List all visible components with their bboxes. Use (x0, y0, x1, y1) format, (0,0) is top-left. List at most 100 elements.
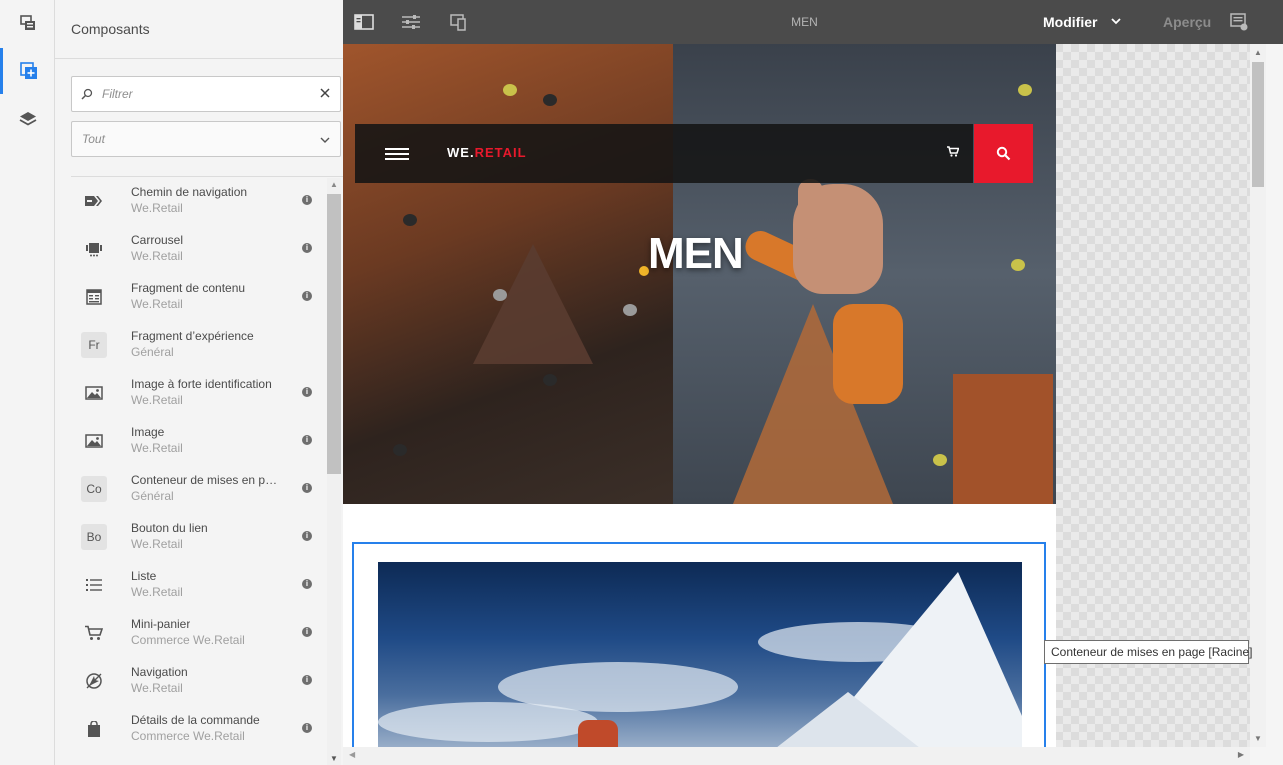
hero-wall-block (953, 374, 1053, 504)
layers-button[interactable] (0, 96, 55, 142)
info-icon[interactable]: i (302, 195, 312, 205)
info-icon[interactable]: i (302, 675, 312, 685)
component-group: We.Retail (131, 441, 183, 455)
climbing-hold (543, 374, 557, 386)
mode-selector[interactable]: Modifier (1043, 14, 1097, 30)
cart-icon[interactable] (947, 146, 960, 160)
components-panel: Composants Filtrer Tout Chemin de naviga… (55, 0, 343, 765)
search-icon (72, 88, 102, 100)
scroll-down-icon[interactable]: ▼ (1254, 734, 1262, 743)
hero-image[interactable]: WE.RETAIL MEN (343, 44, 1056, 504)
canvas-scrollbar-horizontal[interactable]: ◀ ▶ (343, 747, 1250, 765)
climbing-hold (503, 84, 517, 96)
climber (578, 720, 618, 747)
climbing-hold (933, 454, 947, 466)
group-select[interactable]: Tout (71, 121, 341, 157)
component-group: Général (131, 345, 174, 359)
component-list-item[interactable]: Image We.Retail i (71, 418, 326, 466)
info-icon[interactable]: i (302, 387, 312, 397)
component-list-scrollbar[interactable]: ▲ ▼ (327, 178, 341, 765)
component-group: Commerce We.Retail (131, 633, 245, 647)
component-abbreviation-icon: Fr (81, 332, 107, 358)
info-icon[interactable]: i (302, 435, 312, 445)
cloud (378, 702, 598, 742)
component-group: We.Retail (131, 297, 183, 311)
info-icon[interactable]: i (302, 627, 312, 637)
divider (71, 176, 343, 177)
component-list-item[interactable]: Co Conteneur de mises en pa... Général i (71, 466, 326, 514)
carousel-icon (81, 236, 107, 262)
component-list-item[interactable]: Navigation We.Retail i (71, 658, 326, 706)
component-name: Chemin de navigation (131, 185, 248, 199)
component-list-item[interactable]: Fr Fragment d’expérience Général (71, 322, 326, 370)
info-icon[interactable]: i (302, 531, 312, 541)
component-tooltip: Conteneur de mises en page [Racine] (1044, 640, 1252, 664)
climbing-hold (403, 214, 417, 226)
scroll-down-icon[interactable]: ▼ (330, 754, 338, 763)
components-icon (20, 62, 37, 79)
info-icon[interactable]: i (302, 483, 312, 493)
search-icon (996, 146, 1011, 161)
component-list-item[interactable]: Chemin de navigation We.Retail i (71, 178, 326, 226)
scroll-left-icon[interactable]: ◀ (349, 750, 355, 759)
layers-icon (19, 112, 36, 126)
component-list-item[interactable]: Détails de la commande Commerce We.Retail… (71, 706, 326, 754)
site-header: WE.RETAIL (355, 124, 973, 183)
group-select-value: Tout (82, 132, 105, 146)
component-list-item[interactable]: Image à forte identification We.Retail i (71, 370, 326, 418)
component-group: Commerce We.Retail (131, 729, 245, 743)
component-name: Fragment de contenu (131, 281, 246, 295)
annotations-button[interactable] (1229, 12, 1249, 32)
component-group: We.Retail (131, 585, 183, 599)
scroll-right-icon[interactable]: ▶ (1238, 750, 1244, 759)
scroll-up-icon[interactable]: ▲ (330, 180, 338, 189)
component-list: Chemin de navigation We.Retail i Carrousel W… (71, 178, 326, 765)
hero-title[interactable]: MEN (648, 229, 744, 279)
chevron-down-icon[interactable] (1111, 14, 1121, 28)
mountain-image[interactable] (378, 562, 1022, 747)
component-name: Conteneur de mises en pa... (131, 473, 281, 487)
component-group: We.Retail (131, 201, 183, 215)
layout-container-selected[interactable] (352, 542, 1046, 747)
clear-icon[interactable] (310, 85, 340, 103)
chevron-down-icon (320, 130, 330, 148)
site-search-button[interactable] (974, 124, 1033, 183)
component-list-item[interactable]: Carrousel We.Retail i (71, 226, 326, 274)
info-icon[interactable]: i (302, 291, 312, 301)
component-name: Bouton du lien (131, 521, 208, 535)
component-name: Image à forte identification (131, 377, 272, 391)
filter-field[interactable]: Filtrer (71, 76, 341, 112)
snow-peak (758, 692, 938, 747)
climbing-hold (623, 304, 637, 316)
info-icon[interactable]: i (302, 723, 312, 733)
cart-icon (81, 620, 107, 646)
aem-editor: Composants Filtrer Tout Chemin de naviga… (0, 0, 1283, 765)
divider (55, 58, 343, 59)
climbing-hold (1018, 84, 1032, 96)
filter-input[interactable]: Filtrer (102, 87, 310, 101)
scroll-thumb[interactable] (1252, 62, 1264, 187)
hamburger-menu-icon[interactable] (385, 148, 409, 160)
component-name: Carrousel (131, 233, 184, 247)
component-name: Fragment d’expérience (131, 329, 254, 343)
scroll-thumb[interactable] (327, 194, 341, 474)
panel-title: Composants (71, 21, 150, 37)
component-group: We.Retail (131, 681, 183, 695)
scroll-up-icon[interactable]: ▲ (1254, 48, 1262, 57)
image-icon (81, 380, 107, 406)
page-structure-button[interactable] (0, 0, 55, 46)
component-list-item[interactable]: Liste We.Retail i (71, 562, 326, 610)
climber (833, 304, 903, 404)
component-list-item[interactable]: Bo Bouton du lien We.Retail i (71, 514, 326, 562)
page-title: MEN (791, 15, 818, 29)
info-icon[interactable]: i (302, 243, 312, 253)
preview-button[interactable]: Aperçu (1163, 14, 1211, 30)
component-list-item[interactable]: Mini-panier Commerce We.Retail i (71, 610, 326, 658)
info-icon[interactable]: i (302, 579, 312, 589)
breadcrumb-icon (81, 188, 107, 214)
site-logo[interactable]: WE.RETAIL (447, 145, 527, 160)
image-icon (81, 428, 107, 454)
component-name: Liste (131, 569, 157, 583)
component-list-item[interactable]: Fragment de contenu We.Retail i (71, 274, 326, 322)
components-button[interactable] (0, 48, 55, 94)
